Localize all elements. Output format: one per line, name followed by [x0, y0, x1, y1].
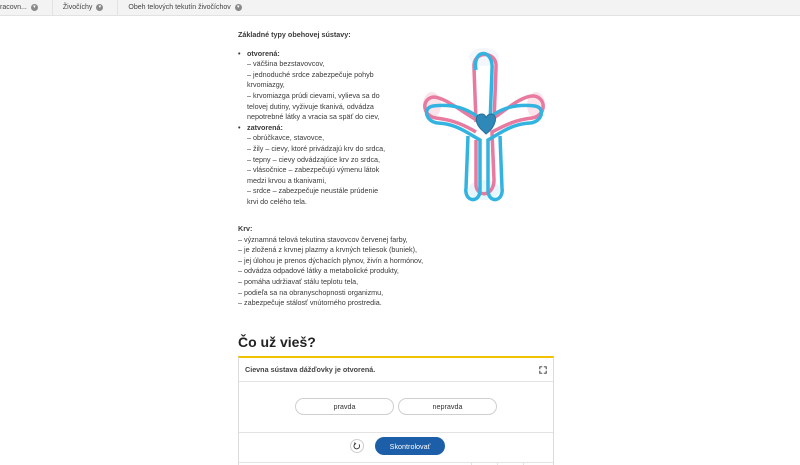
chevron-down-icon[interactable]: ▾ — [96, 4, 104, 11]
blood-line: – pomáha udržiavať stálu teplotu tela, — [238, 276, 359, 286]
answer-true-button[interactable]: pravda — [295, 398, 394, 415]
blood-section: Krv: – významná telová tekutina stavovco… — [238, 224, 558, 309]
blood-line: – odvádza odpadové látky a metabolické p… — [238, 266, 399, 276]
blood-title: Krv: — [238, 224, 253, 233]
quiz-title: Čo už vieš? — [238, 334, 316, 350]
check-button[interactable]: Skontrolovať — [375, 437, 445, 455]
blood-line: – je zložená z krvnej plazmy a krvných t… — [238, 245, 417, 255]
answer-false-button[interactable]: nepravda — [398, 398, 497, 415]
blood-line: – významná telová tekutina stavovcov čer… — [238, 234, 408, 244]
quiz-question-text: Cievna sústava dážďovky je otvorená. — [245, 365, 376, 374]
breadcrumb-item-3[interactable]: Obeh telových tekutín živočíchov ▾ — [128, 4, 242, 11]
blood-line: – podieľa sa na obranyschopnosti organiz… — [238, 287, 384, 297]
answer-options: pravda nepravda — [239, 398, 553, 415]
quiz-actions: Skontrolovať — [239, 432, 553, 462]
breadcrumb-item-2[interactable]: Živočíchy ▾ — [63, 4, 104, 11]
breadcrumb-divider — [117, 0, 119, 16]
reset-icon — [353, 442, 360, 450]
breadcrumb: racovn... ▾ Živočíchy ▾ Obeh telových te… — [0, 0, 800, 16]
quiz-question: Cievna sústava dážďovky je otvorená. — [239, 358, 553, 382]
breadcrumb-item-1[interactable]: racovn... ▾ — [0, 4, 38, 11]
reset-button[interactable] — [350, 439, 364, 453]
chevron-down-icon[interactable]: ▾ — [234, 4, 242, 11]
blood-line: – zabezpečuje stálosť vnútorného prostre… — [238, 298, 382, 308]
breadcrumb-label: racovn... — [0, 4, 27, 11]
expand-icon[interactable] — [539, 366, 547, 374]
quiz-card: Cievna sústava dážďovky je otvorená. pra… — [238, 356, 554, 465]
blood-line: – jej úlohou je prenos dýchacích plynov,… — [238, 255, 424, 265]
breadcrumb-divider — [51, 0, 53, 16]
circulatory-system-illustration — [423, 48, 545, 202]
breadcrumb-label: Živočíchy — [62, 4, 93, 11]
breadcrumb-label: Obeh telových tekutín živočíchov — [128, 4, 231, 11]
chevron-down-icon[interactable]: ▾ — [30, 4, 38, 11]
section-heading: Základné typy obehovej sústavy: — [238, 30, 351, 39]
